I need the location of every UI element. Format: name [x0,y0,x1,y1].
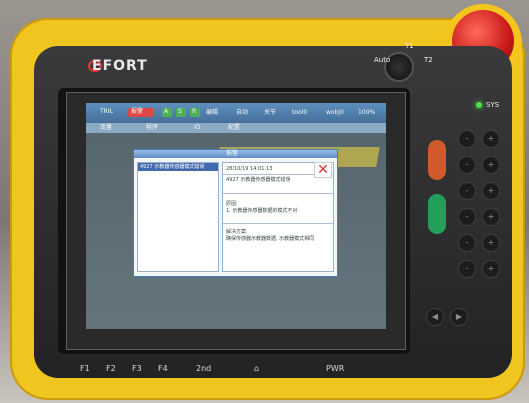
function-key-2nd[interactable]: 2nd [196,364,211,373]
jog-minus-1[interactable]: - [458,130,476,148]
home-icon[interactable]: ⌂ [254,364,259,373]
power-key[interactable]: PWR [326,364,344,373]
jog-minus-6[interactable]: - [458,260,476,278]
function-key-f3[interactable]: F3 [132,364,142,373]
jog-minus-2[interactable]: - [458,156,476,174]
jog-plus-3[interactable]: + [482,182,500,200]
function-key-f1[interactable]: F1 [80,364,90,373]
sys-led-label: SYS [486,101,500,109]
green-start-button[interactable] [428,194,446,234]
function-key-f2[interactable]: F2 [106,364,116,373]
mode-label-t1: T1 [405,42,414,50]
mode-label-t2: T2 [424,56,433,64]
orange-enable-button[interactable] [428,140,446,180]
function-key-f4[interactable]: F4 [158,364,168,373]
jog-minus-4[interactable]: - [458,208,476,226]
jog-minus-3[interactable]: - [458,182,476,200]
jog-plus-6[interactable]: + [482,260,500,278]
jog-plus-4[interactable]: + [482,208,500,226]
nav-right-arrow-icon[interactable]: ▶ [450,308,468,326]
sys-led-icon [476,102,482,108]
jog-plus-5[interactable]: + [482,234,500,252]
jog-plus-1[interactable]: + [482,130,500,148]
jog-plus-2[interactable]: + [482,156,500,174]
brand-label: EFORT [92,58,148,74]
mode-label-auto: Auto [374,56,391,64]
jog-minus-5[interactable]: - [458,234,476,252]
nav-left-arrow-icon[interactable]: ◀ [426,308,444,326]
protective-film [66,92,406,350]
